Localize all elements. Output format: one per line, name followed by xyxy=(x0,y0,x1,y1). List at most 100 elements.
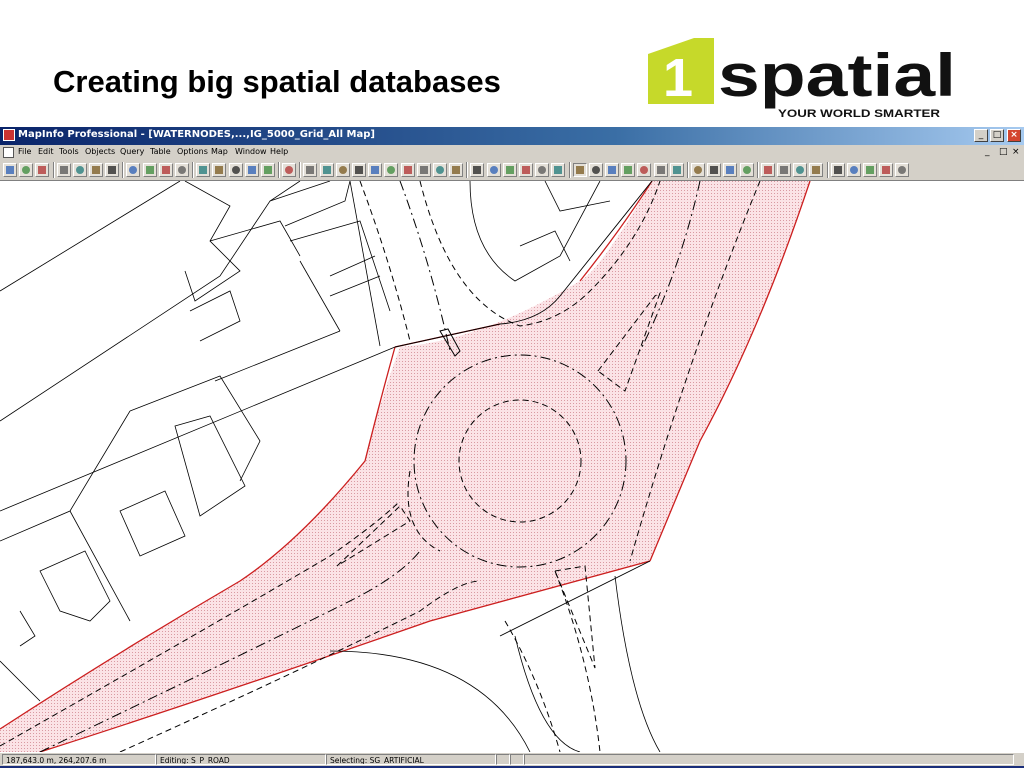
toolbar-separator xyxy=(826,162,829,178)
marquee-select-icon[interactable] xyxy=(588,163,603,177)
line-style-icon[interactable] xyxy=(519,163,533,177)
invert-select-icon[interactable] xyxy=(669,163,684,177)
mapinfo-app-icon[interactable] xyxy=(3,129,15,141)
paste-icon[interactable] xyxy=(158,163,173,177)
info-icon[interactable] xyxy=(760,163,775,177)
frame-icon[interactable] xyxy=(449,163,464,177)
zoom-out-icon[interactable] xyxy=(707,163,722,177)
statusbar: 187,643.0 m, 264,207.6 m Editing: S_P_RO… xyxy=(0,752,1024,767)
map-window[interactable] xyxy=(0,181,1024,752)
print-icon[interactable] xyxy=(105,163,120,177)
status-editing[interactable]: Editing: S_P_ROAD xyxy=(156,754,326,765)
new-mapper-icon[interactable] xyxy=(212,163,227,177)
label-icon[interactable] xyxy=(777,163,791,177)
logo-tagline: YOUR WORLD SMARTER xyxy=(778,108,940,120)
cut-icon[interactable] xyxy=(126,163,141,177)
arc-icon[interactable] xyxy=(352,163,366,177)
save-window-icon[interactable] xyxy=(89,163,103,177)
status-coordinates: 187,643.0 m, 264,207.6 m xyxy=(2,754,156,765)
mdi-restore-button[interactable]: □ xyxy=(999,147,1008,157)
mapinfo-window: MapInfo Professional - [WATERNODES,...,I… xyxy=(0,127,1024,768)
help-pointer-icon[interactable] xyxy=(282,163,297,177)
minimize-button[interactable]: _ xyxy=(974,129,988,142)
polygon-select-icon[interactable] xyxy=(621,163,636,177)
toolbar xyxy=(0,160,1024,181)
mdi-minimize-button[interactable]: _ xyxy=(985,147,990,157)
new-redistrict-icon[interactable] xyxy=(261,163,275,177)
text-style-icon[interactable] xyxy=(551,163,566,177)
menu-objects[interactable]: Objects xyxy=(85,147,115,156)
grabber-icon[interactable] xyxy=(739,163,754,177)
mdi-close-button[interactable]: × xyxy=(1012,147,1020,157)
open-workspace-icon[interactable] xyxy=(35,163,50,177)
menu-map[interactable]: Map xyxy=(211,147,228,156)
change-view-icon[interactable] xyxy=(723,163,738,177)
menu-table[interactable]: Table xyxy=(150,147,171,156)
rectangle-icon[interactable] xyxy=(400,163,415,177)
rounded-rect-icon[interactable] xyxy=(416,163,431,177)
status-selecting[interactable]: Selecting: SG_ARTIFICIAL xyxy=(326,754,496,765)
open-icon[interactable] xyxy=(19,163,34,177)
toolbar-separator xyxy=(52,162,55,178)
unselect-icon[interactable] xyxy=(653,163,668,177)
menu-edit[interactable]: Edit xyxy=(38,147,54,156)
toolbar-separator xyxy=(687,162,689,178)
add-node-icon[interactable] xyxy=(486,163,501,177)
line-icon[interactable] xyxy=(319,163,334,177)
toolbar-separator xyxy=(568,162,571,178)
boundary-select-icon[interactable] xyxy=(637,163,652,177)
symbol-icon[interactable] xyxy=(303,163,318,177)
reshape-icon[interactable] xyxy=(470,163,485,177)
text-icon[interactable] xyxy=(433,163,447,177)
1spatial-logo: 1 spatial YOUR WORLD SMARTER xyxy=(648,38,956,120)
drag-window-icon[interactable] xyxy=(793,163,808,177)
ruler-icon[interactable] xyxy=(809,163,824,177)
save-icon[interactable] xyxy=(56,163,71,177)
ellipse-icon[interactable] xyxy=(384,163,399,177)
new-grapher-icon[interactable] xyxy=(228,163,243,177)
maximize-button[interactable]: □ xyxy=(990,129,1004,142)
save-workspace-icon[interactable] xyxy=(72,163,87,177)
menubar: File Edit Tools Objects Query Table Opti… xyxy=(0,145,1024,160)
window-titlebar[interactable]: MapInfo Professional - [WATERNODES,...,I… xyxy=(0,127,1024,145)
window-icon[interactable] xyxy=(895,163,910,177)
new-layout-icon[interactable] xyxy=(244,163,259,177)
polygon-icon[interactable] xyxy=(368,163,383,177)
menu-window[interactable]: Window xyxy=(235,147,267,156)
undo-icon[interactable] xyxy=(175,163,189,177)
road-surface-region xyxy=(0,181,810,752)
toolbar-separator xyxy=(192,162,195,178)
close-button[interactable]: × xyxy=(1007,129,1021,142)
statistics-icon[interactable] xyxy=(863,163,877,177)
menu-file[interactable]: File xyxy=(18,147,31,156)
logo-wordmark: spatial xyxy=(718,42,956,109)
zoom-in-icon[interactable] xyxy=(691,163,705,177)
map-canvas[interactable] xyxy=(0,181,1024,752)
status-cell-empty xyxy=(524,754,1014,765)
legend-icon[interactable] xyxy=(846,163,861,177)
new-icon[interactable] xyxy=(3,163,17,177)
symbol-style-icon[interactable] xyxy=(502,163,517,177)
new-browser-icon[interactable] xyxy=(196,163,211,177)
toolbar-separator xyxy=(299,162,302,178)
menu-help[interactable]: Help xyxy=(270,147,288,156)
toolbar-separator xyxy=(466,162,469,178)
polyline-icon[interactable] xyxy=(335,163,350,177)
menu-options[interactable]: Options xyxy=(177,147,208,156)
radius-select-icon[interactable] xyxy=(605,163,619,177)
select-icon[interactable] xyxy=(572,163,587,177)
document-icon[interactable] xyxy=(3,147,14,158)
menu-query[interactable]: Query xyxy=(120,147,144,156)
toolbar-separator xyxy=(278,162,281,178)
layer-control-icon[interactable] xyxy=(830,163,845,177)
copy-icon[interactable] xyxy=(142,163,157,177)
menu-tools[interactable]: Tools xyxy=(59,147,79,156)
slide-title: Creating big spatial databases xyxy=(53,64,501,99)
status-cell-empty xyxy=(496,754,510,765)
hotlink-icon[interactable] xyxy=(879,163,894,177)
logo-digit: 1 xyxy=(663,48,693,108)
toolbar-separator xyxy=(122,162,125,178)
window-title: MapInfo Professional - [WATERNODES,...,I… xyxy=(18,129,375,140)
status-cell-empty xyxy=(510,754,524,765)
region-style-icon[interactable] xyxy=(535,163,550,177)
